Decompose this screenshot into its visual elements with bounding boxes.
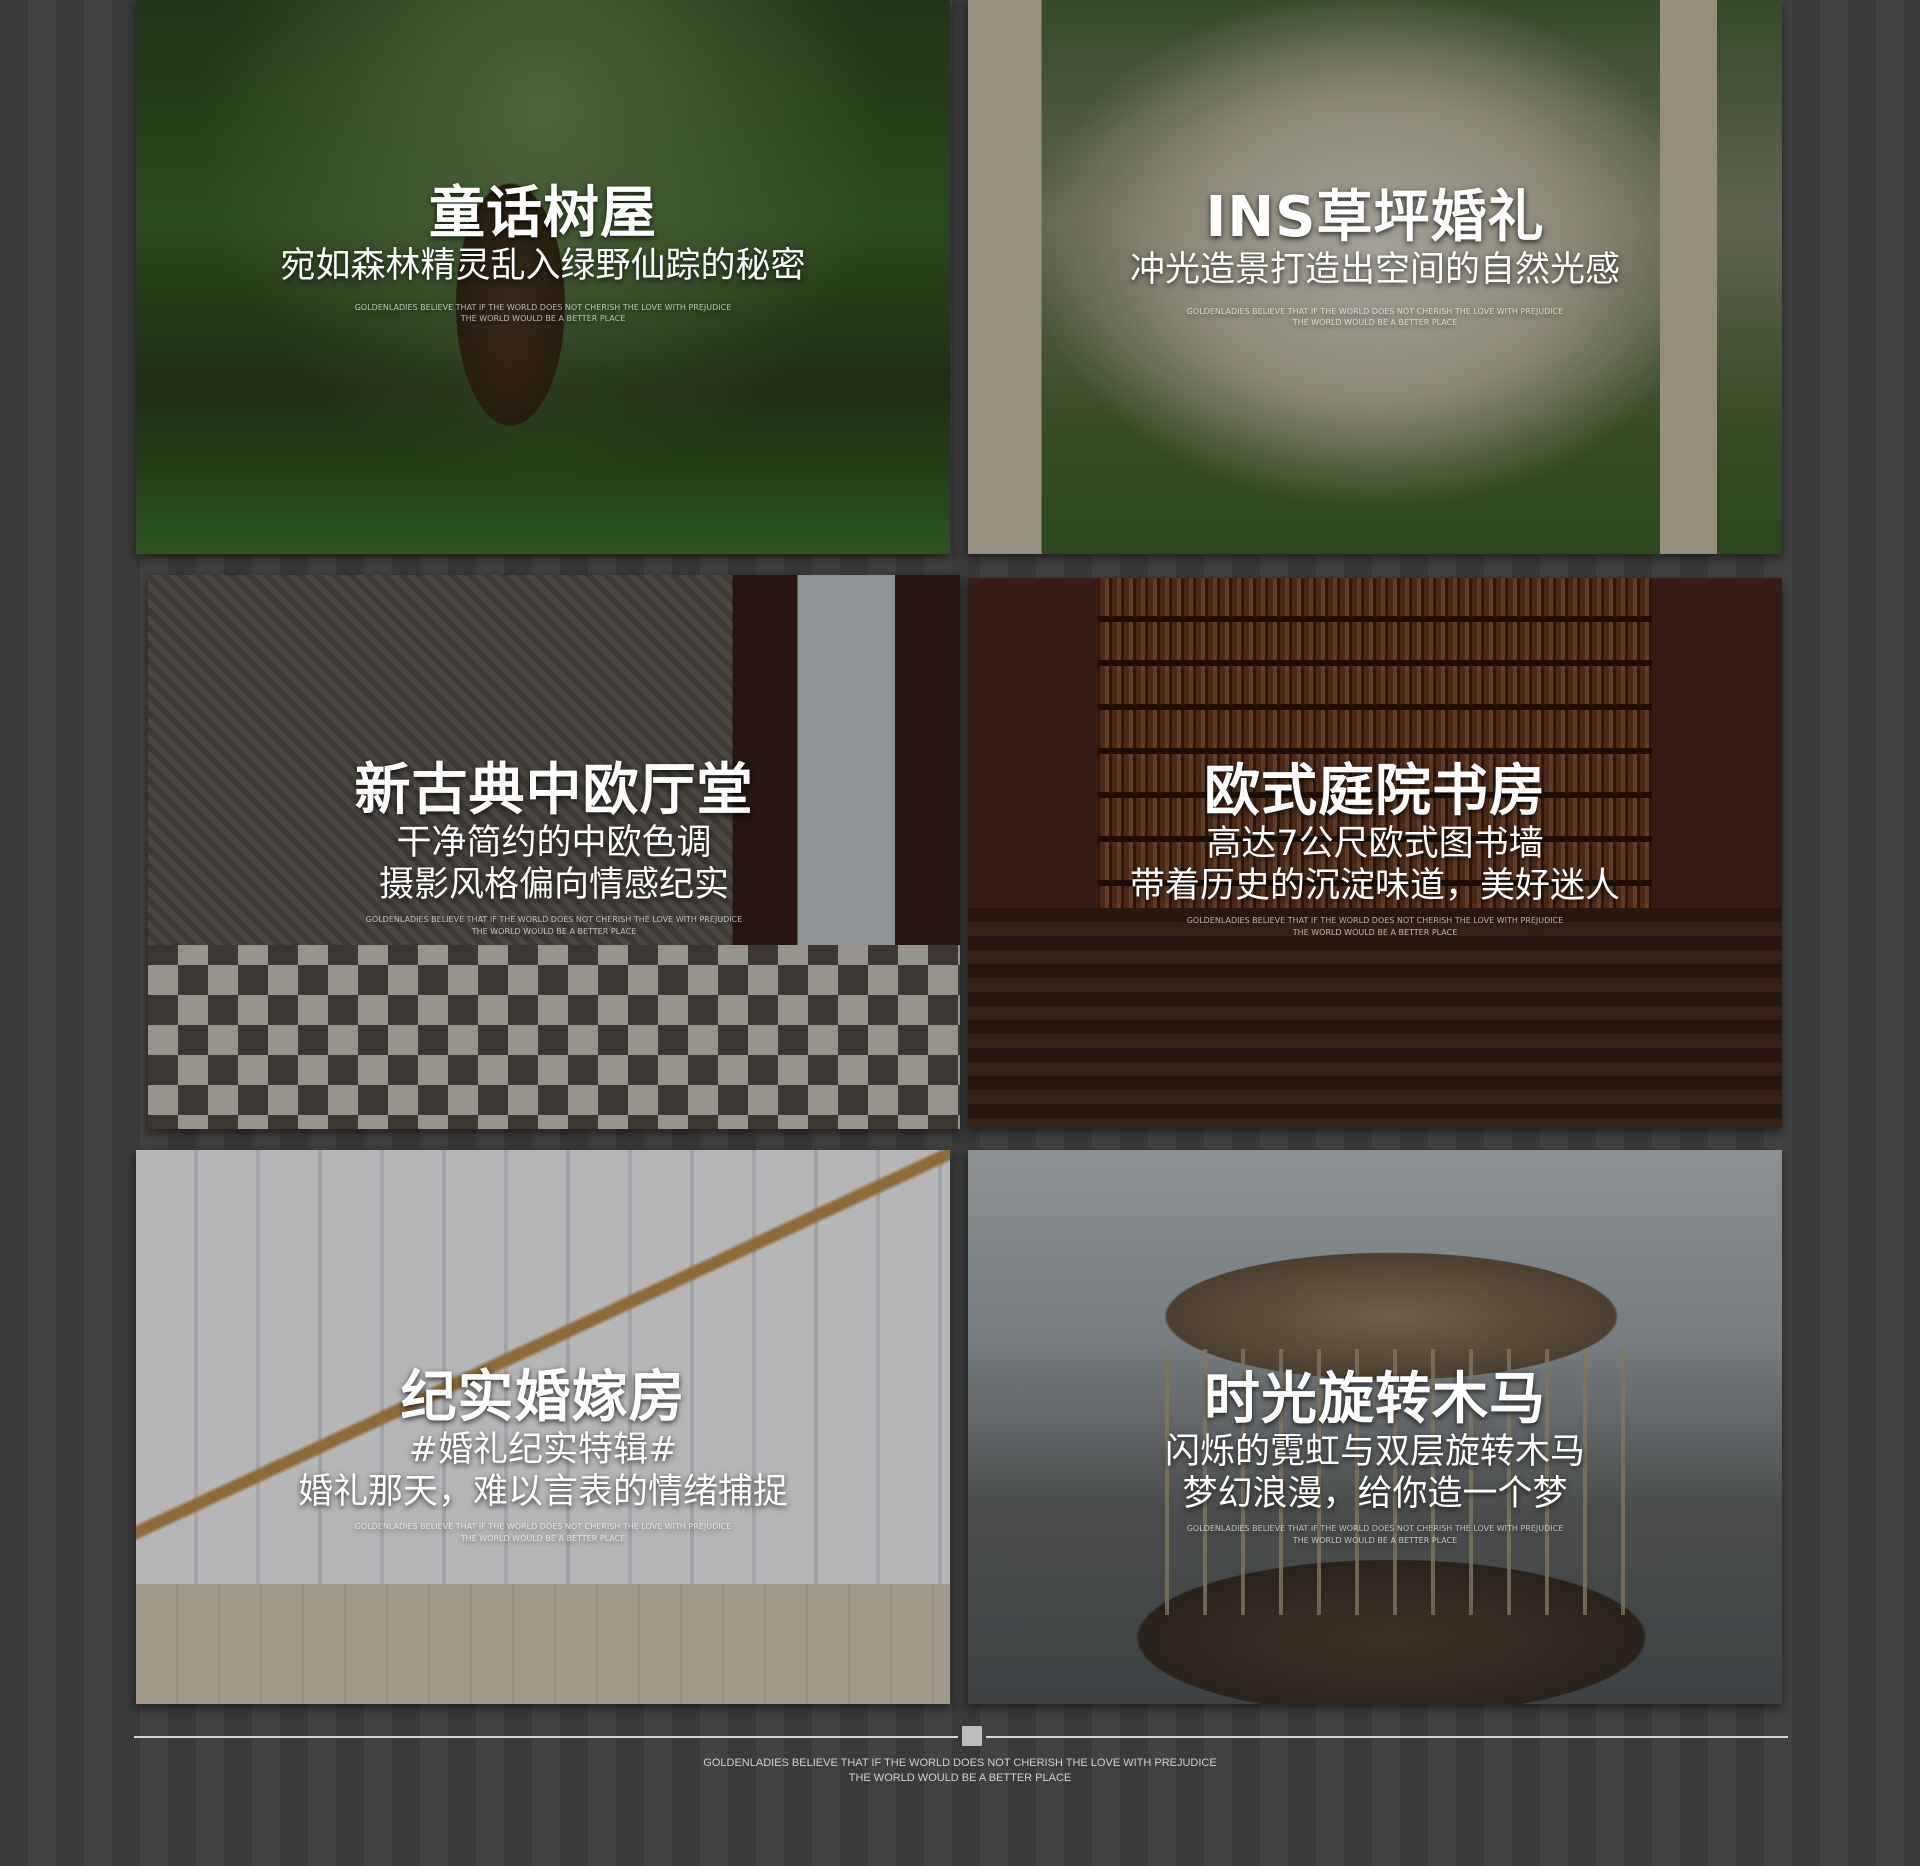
tile-subtitle: 闪烁的霓虹与双层旋转木马 — [1164, 1432, 1585, 1473]
tile-treehouse: 童话树屋 宛如森林精灵乱入绿野仙踪的秘密 GOLDENLADIES BELIEV… — [136, 0, 950, 554]
tile-tagline: GOLDENLADIES BELIEVE THAT IF THE WORLD D… — [1186, 306, 1564, 328]
divider-left — [134, 1736, 958, 1738]
tile-title: 童话树屋 — [429, 181, 657, 246]
tile-subtitle: 婚礼那天，难以言表的情绪捕捉 — [297, 1471, 788, 1512]
tile-carousel: 时光旋转木马 闪烁的霓虹与双层旋转木马 梦幻浪漫，给你造一个梦 GOLDENLA… — [968, 1150, 1782, 1704]
tile-subtitle: 带着历史的沉淀味道，美好迷人 — [1129, 865, 1620, 906]
tile-subtitle: 梦幻浪漫，给你造一个梦 — [1182, 1473, 1568, 1514]
tile-title: 欧式庭院书房 — [1204, 759, 1546, 824]
caption-classical-hall: 新古典中欧厅堂 干净简约的中欧色调 摄影风格偏向情感纪实 GOLDENLADIE… — [148, 758, 960, 937]
tile-lawn-wedding: INS草坪婚礼 冲光造景打造出空间的自然光感 GOLDENLADIES BELI… — [968, 0, 1782, 554]
divider-right — [986, 1736, 1788, 1738]
square-marker-icon — [962, 1726, 982, 1746]
footer-tagline: GOLDENLADIES BELIEVE THAT IF THE WORLD D… — [703, 1757, 1217, 1785]
tile-title: 时光旋转木马 — [1204, 1367, 1546, 1432]
tile-tagline: GOLDENLADIES BELIEVE THAT IF THE WORLD D… — [1186, 915, 1564, 937]
caption-lawn-wedding: INS草坪婚礼 冲光造景打造出空间的自然光感 GOLDENLADIES BELI… — [968, 185, 1782, 329]
tile-classical-hall: 新古典中欧厅堂 干净简约的中欧色调 摄影风格偏向情感纪实 GOLDENLADIE… — [148, 575, 960, 1129]
tile-subtitle: 干净简约的中欧色调 — [396, 823, 712, 864]
tile-subtitle: 宛如森林精灵乱入绿野仙踪的秘密 — [280, 246, 806, 287]
tile-tagline: GOLDENLADIES BELIEVE THAT IF THE WORLD D… — [354, 302, 732, 324]
tile-title: 新古典中欧厅堂 — [354, 758, 754, 823]
tile-tagline: GOLDENLADIES BELIEVE THAT IF THE WORLD D… — [1186, 1523, 1564, 1545]
tile-bridal-room: 纪实婚嫁房 #婚礼纪实特辑# 婚礼那天，难以言表的情绪捕捉 GOLDENLADI… — [136, 1150, 950, 1704]
tile-subtitle: #婚礼纪实特辑# — [408, 1430, 678, 1471]
caption-carousel: 时光旋转木马 闪烁的霓虹与双层旋转木马 梦幻浪漫，给你造一个梦 GOLDENLA… — [968, 1367, 1782, 1546]
caption-library: 欧式庭院书房 高达7公尺欧式图书墙 带着历史的沉淀味道，美好迷人 GOLDENL… — [968, 759, 1782, 938]
tile-subtitle: 摄影风格偏向情感纪实 — [378, 864, 729, 905]
caption-treehouse: 童话树屋 宛如森林精灵乱入绿野仙踪的秘密 GOLDENLADIES BELIEV… — [136, 181, 950, 325]
tile-title: 纪实婚嫁房 — [400, 1365, 686, 1430]
tile-title: INS草坪婚礼 — [1205, 185, 1545, 250]
tile-subtitle: 高达7公尺欧式图书墙 — [1206, 824, 1544, 865]
tile-tagline: GOLDENLADIES BELIEVE THAT IF THE WORLD D… — [365, 914, 743, 936]
tile-tagline: GOLDENLADIES BELIEVE THAT IF THE WORLD D… — [354, 1521, 732, 1543]
caption-bridal-room: 纪实婚嫁房 #婚礼纪实特辑# 婚礼那天，难以言表的情绪捕捉 GOLDENLADI… — [136, 1365, 950, 1544]
tile-subtitle: 冲光造景打造出空间的自然光感 — [1129, 250, 1620, 291]
tile-library: 欧式庭院书房 高达7公尺欧式图书墙 带着历史的沉淀味道，美好迷人 GOLDENL… — [968, 578, 1782, 1128]
